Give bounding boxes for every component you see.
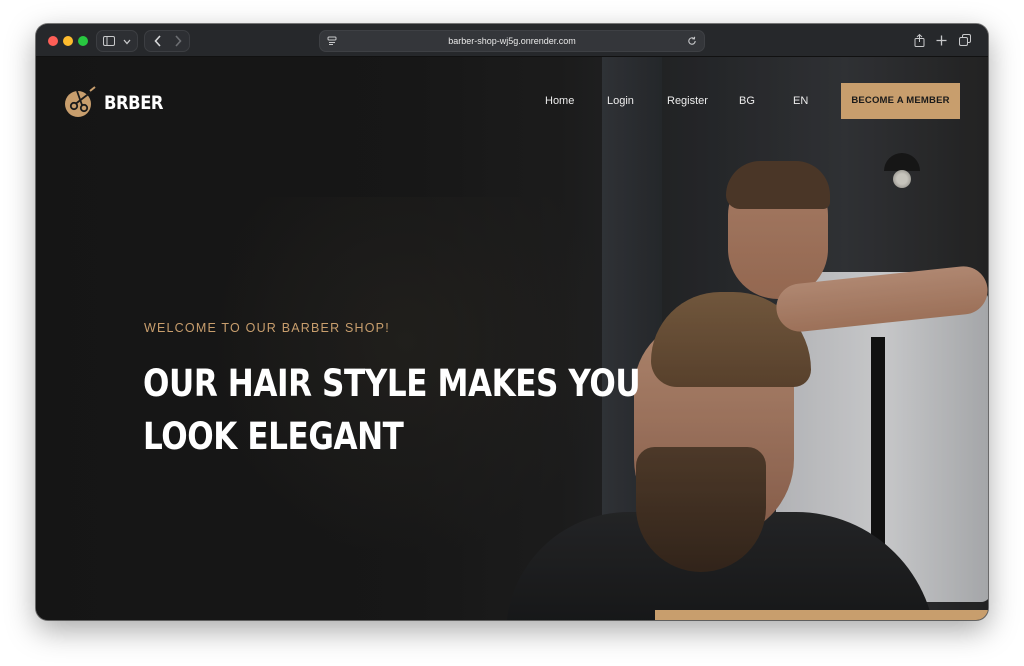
hero-headline: OUR HAIR STYLE MAKES YOU LOOK ELEGANT (143, 357, 641, 463)
sidebar-toggle-group[interactable] (96, 30, 138, 52)
nav-link-register[interactable]: Register (667, 95, 708, 107)
language-bg-link[interactable]: BG (739, 95, 755, 107)
accent-bar (655, 610, 988, 620)
reload-icon[interactable] (686, 31, 698, 52)
plus-icon[interactable] (932, 30, 950, 52)
site-logo-text[interactable]: BRBER (104, 92, 164, 114)
zoom-window-button[interactable] (78, 36, 88, 46)
nav-link-home[interactable]: Home (545, 95, 574, 107)
chevron-down-icon[interactable] (119, 31, 135, 51)
tabs-overview-icon[interactable] (956, 30, 974, 52)
minimize-window-button[interactable] (63, 36, 73, 46)
share-icon[interactable] (910, 30, 928, 53)
browser-window: barber-shop-wj5g.onrender.com BRBER Home… (36, 24, 988, 620)
history-nav-group (144, 30, 190, 52)
address-bar[interactable]: barber-shop-wj5g.onrender.com (319, 30, 705, 52)
site-header: BRBER Home Login Register BG EN BECOME A… (36, 57, 988, 147)
language-en-link[interactable]: EN (793, 95, 808, 107)
become-member-button[interactable]: BECOME A MEMBER (841, 83, 960, 119)
sidebar-icon[interactable] (101, 31, 117, 52)
browser-toolbar: barber-shop-wj5g.onrender.com (36, 24, 988, 57)
hero-eyebrow: WELCOME TO OUR BARBER SHOP! (144, 321, 390, 335)
hero-headline-line-1: OUR HAIR STYLE MAKES YOU (143, 362, 641, 405)
page-viewport: BRBER Home Login Register BG EN BECOME A… (36, 57, 988, 620)
chevron-right-icon[interactable] (169, 31, 187, 53)
toolbar-right-actions (910, 30, 980, 52)
close-window-button[interactable] (48, 36, 58, 46)
chevron-left-icon[interactable] (149, 31, 167, 53)
nav-link-login[interactable]: Login (607, 95, 634, 107)
url-text: barber-shop-wj5g.onrender.com (448, 36, 576, 46)
barber-scissors-logo-icon[interactable] (63, 85, 97, 119)
hero-headline-line-2: LOOK ELEGANT (143, 415, 404, 458)
